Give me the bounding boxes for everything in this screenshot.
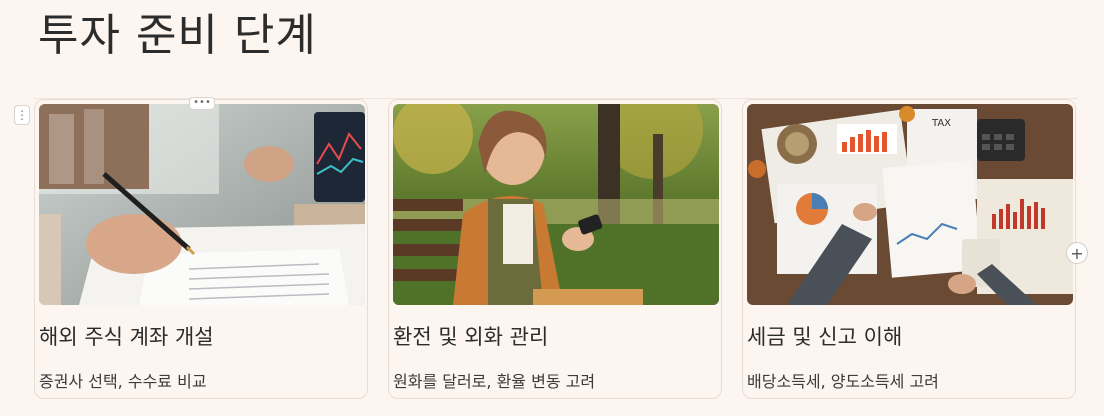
block-handle-icon[interactable]: ⋮	[14, 105, 30, 125]
card-image-tax-desk: TAX	[747, 104, 1073, 305]
drag-handle-icon[interactable]: •••	[189, 97, 215, 110]
card-image-brokerage	[39, 104, 365, 305]
card-subtitle: 배당소득세, 양도소득세 고려	[747, 372, 939, 391]
svg-text:TAX: TAX	[931, 118, 951, 129]
card-title: 세금 및 신고 이해	[747, 325, 903, 349]
card-title: 해외 주식 계좌 개설	[39, 325, 214, 349]
card-title: 환전 및 외화 관리	[393, 325, 549, 349]
card-subtitle: 증권사 선택, 수수료 비교	[39, 372, 207, 391]
card-account-opening[interactable]: 해외 주식 계좌 개설 증권사 선택, 수수료 비교	[34, 99, 368, 399]
page-title: 투자 준비 단계	[38, 10, 317, 61]
card-tax-reporting[interactable]: TAX 세금 및 신고 이해 배당소득세, 양도소득세 고려	[742, 99, 1076, 399]
card-subtitle: 원화를 달러로, 환율 변동 고려	[393, 372, 596, 391]
card-image-woman-phone	[393, 104, 719, 305]
add-column-button[interactable]: +	[1066, 242, 1088, 264]
card-currency-exchange[interactable]: 환전 및 외화 관리 원화를 달러로, 환율 변동 고려	[388, 99, 722, 399]
